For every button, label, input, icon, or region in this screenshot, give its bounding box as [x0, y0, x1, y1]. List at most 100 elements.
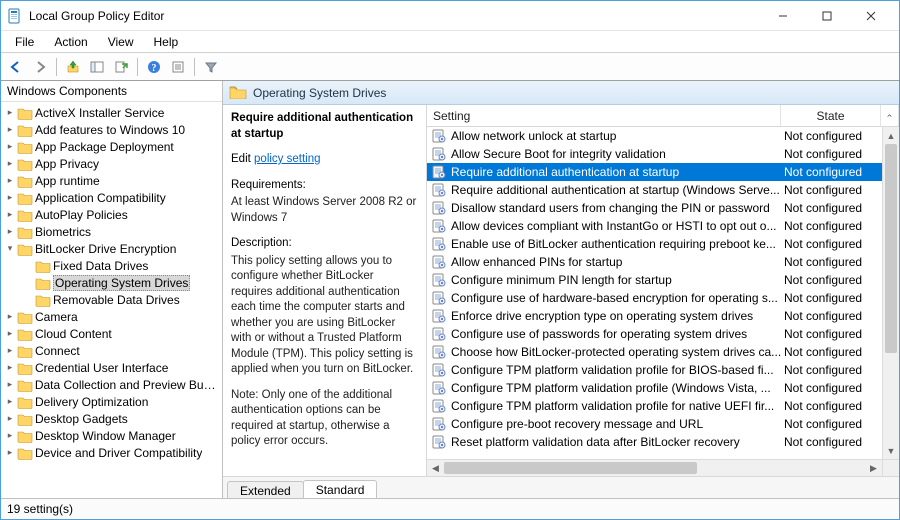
help-button[interactable]: ? [143, 56, 165, 78]
folder-icon [17, 106, 33, 120]
maximize-button[interactable] [805, 2, 849, 30]
expand-icon[interactable]: ▸ [5, 447, 15, 458]
expand-icon[interactable]: ▸ [5, 175, 15, 186]
list-row[interactable]: Configure use of hardware-based encrypti… [427, 289, 882, 307]
tree-item[interactable]: Operating System Drives [1, 274, 222, 291]
tree-item[interactable]: ▸Biometrics [1, 223, 222, 240]
expand-icon[interactable]: ▸ [5, 192, 15, 203]
tab-standard[interactable]: Standard [303, 480, 378, 498]
expand-icon[interactable]: ▸ [5, 311, 15, 322]
expand-icon[interactable]: ▸ [5, 345, 15, 356]
column-state[interactable]: State [781, 105, 881, 126]
tree-item[interactable]: ▾BitLocker Drive Encryption [1, 240, 222, 257]
expand-icon[interactable]: ▸ [5, 362, 15, 373]
tree-item[interactable]: ▸Cloud Content [1, 325, 222, 342]
list-row[interactable]: Configure TPM platform validation profil… [427, 361, 882, 379]
expand-icon[interactable]: ▸ [5, 158, 15, 169]
column-scroll-hint [881, 105, 899, 126]
tree-item[interactable]: ▸App Privacy [1, 155, 222, 172]
expand-icon[interactable]: ▸ [5, 141, 15, 152]
policy-setting-link[interactable]: policy setting [254, 153, 320, 165]
list-row[interactable]: Allow Secure Boot for integrity validati… [427, 145, 882, 163]
menu-view[interactable]: View [98, 33, 144, 51]
tree-item[interactable]: Fixed Data Drives [1, 257, 222, 274]
list-row[interactable]: Allow enhanced PINs for startupNot confi… [427, 253, 882, 271]
expand-icon[interactable]: ▸ [5, 124, 15, 135]
scroll-left-icon[interactable]: ◀ [427, 460, 444, 476]
tree-item[interactable]: ▸ Camera [1, 308, 222, 325]
tree-item[interactable]: Removable Data Drives [1, 291, 222, 308]
up-button[interactable] [62, 56, 84, 78]
row-setting: Choose how BitLocker-protected operating… [451, 345, 782, 359]
expand-icon[interactable]: ▸ [5, 396, 15, 407]
vertical-scrollbar[interactable]: ▲ ▼ [882, 127, 899, 459]
menu-action[interactable]: Action [44, 33, 97, 51]
export-button[interactable] [110, 56, 132, 78]
show-hide-tree-button[interactable] [86, 56, 108, 78]
close-button[interactable] [849, 2, 893, 30]
folder-icon [17, 378, 33, 392]
list-row[interactable]: Configure pre-boot recovery message and … [427, 415, 882, 433]
list-row[interactable]: Reset platform validation data after Bit… [427, 433, 882, 451]
tree-pane[interactable]: Windows Components ▸ActiveX Installer Se… [1, 81, 223, 498]
expand-icon[interactable]: ▾ [5, 243, 15, 254]
policy-icon [431, 219, 447, 233]
scroll-right-icon[interactable]: ▶ [865, 460, 882, 476]
list-row[interactable]: Disallow standard users from changing th… [427, 199, 882, 217]
back-button[interactable] [5, 56, 27, 78]
tab-extended[interactable]: Extended [227, 481, 304, 498]
folder-icon [35, 276, 51, 290]
list-row[interactable]: Require additional authentication at sta… [427, 163, 882, 181]
list-pane: Setting State Allow network unlock at st… [427, 105, 899, 476]
expand-icon[interactable]: ▸ [5, 226, 15, 237]
list-row[interactable]: Require additional authentication at sta… [427, 181, 882, 199]
horizontal-scrollbar[interactable]: ◀ ▶ [427, 459, 882, 476]
menu-file[interactable]: File [5, 33, 44, 51]
tree-item[interactable]: ▸Device and Driver Compatibility [1, 444, 222, 461]
list-row[interactable]: Configure TPM platform validation profil… [427, 397, 882, 415]
tree-item[interactable]: ▸App Package Deployment [1, 138, 222, 155]
tree-item[interactable]: ▸ Desktop Gadgets [1, 410, 222, 427]
window-title: Local Group Policy Editor [29, 9, 164, 23]
list-row[interactable]: Enforce drive encryption type on operati… [427, 307, 882, 325]
tree-item[interactable]: ▸Desktop Window Manager [1, 427, 222, 444]
list-row[interactable]: Enable use of BitLocker authentication r… [427, 235, 882, 253]
scroll-down-icon[interactable]: ▼ [883, 442, 899, 459]
list-row[interactable]: Configure TPM platform validation profil… [427, 379, 882, 397]
minimize-button[interactable] [761, 2, 805, 30]
scroll-thumb-h[interactable] [444, 462, 697, 474]
tree-item[interactable]: ▸ActiveX Installer Service [1, 104, 222, 121]
tree-item[interactable]: ▸App runtime [1, 172, 222, 189]
tree-item[interactable]: ▸ Delivery Optimization [1, 393, 222, 410]
list-row[interactable]: Choose how BitLocker-protected operating… [427, 343, 882, 361]
tree-item-label: Camera [35, 310, 78, 324]
column-setting[interactable]: Setting [427, 105, 781, 126]
forward-button[interactable] [29, 56, 51, 78]
list-row[interactable]: Configure use of passwords for operating… [427, 325, 882, 343]
expand-icon[interactable]: ▸ [5, 413, 15, 424]
tree-item[interactable]: ▸Connect [1, 342, 222, 359]
folder-icon [17, 191, 33, 205]
scroll-up-icon[interactable]: ▲ [883, 127, 899, 144]
tree-item[interactable]: ▸ Application Compatibility [1, 189, 222, 206]
scroll-thumb[interactable] [885, 144, 897, 353]
tree-item[interactable]: ▸Data Collection and Preview Builds [1, 376, 222, 393]
filter-button[interactable] [200, 56, 222, 78]
tree-item[interactable]: ▸Credential User Interface [1, 359, 222, 376]
expand-icon[interactable]: ▸ [5, 328, 15, 339]
tree-item-label: Desktop Gadgets [35, 412, 128, 426]
list-row[interactable]: Allow devices compliant with InstantGo o… [427, 217, 882, 235]
tree-item[interactable]: ▸AutoPlay Policies [1, 206, 222, 223]
properties-button[interactable] [167, 56, 189, 78]
row-state: Not configured [782, 183, 882, 197]
tree-item[interactable]: ▸Add features to Windows 10 [1, 121, 222, 138]
list-row[interactable]: Configure minimum PIN length for startup… [427, 271, 882, 289]
expand-icon[interactable]: ▸ [5, 209, 15, 220]
menu-help[interactable]: Help [144, 33, 189, 51]
expand-icon[interactable]: ▸ [5, 379, 15, 390]
expand-icon[interactable]: ▸ [5, 107, 15, 118]
expand-icon[interactable]: ▸ [5, 430, 15, 441]
list-row[interactable]: Allow network unlock at startupNot confi… [427, 127, 882, 145]
tree-item-label: Delivery Optimization [35, 395, 148, 409]
tree-item-label: Application Compatibility [35, 191, 166, 205]
